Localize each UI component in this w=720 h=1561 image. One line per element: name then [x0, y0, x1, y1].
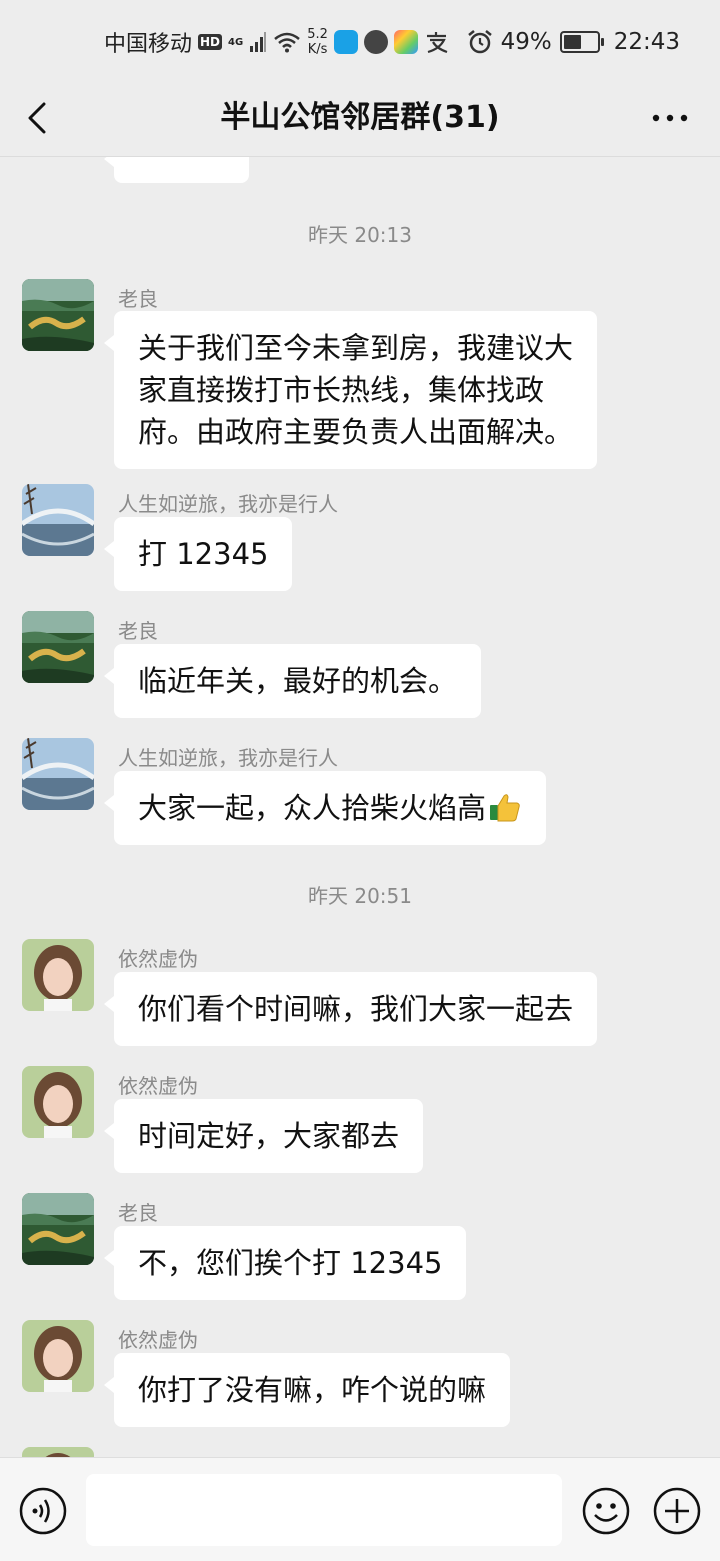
- message-bubble[interactable]: 大家一起，众人拾柴火焰高: [103, 771, 547, 845]
- partial-message-bubble[interactable]: [104, 157, 249, 183]
- message-line: 府。由政府主要负责人出面解决。: [138, 415, 574, 449]
- message-line: 你们看个时间嘛，我们大家一起去: [138, 992, 574, 1026]
- woman-avatar-image: [22, 1066, 94, 1138]
- timestamp: 昨天 20:13: [308, 223, 412, 247]
- input-bar: [0, 1457, 720, 1561]
- bridge-avatar-image: [22, 484, 94, 556]
- avatar[interactable]: [22, 1447, 94, 1457]
- landscape-avatar-image: [22, 1193, 94, 1265]
- thumbs-up-emoji: [490, 794, 520, 822]
- sender-name: 人生如逆旅，我亦是行人: [118, 746, 338, 770]
- voice-input-icon[interactable]: [18, 1486, 68, 1536]
- message-bubble[interactable]: 你们看个时间嘛，我们大家一起去: [103, 972, 598, 1046]
- sender-name: 老良: [118, 287, 158, 311]
- speed-value: 5.2: [307, 27, 328, 42]
- photo-app-icon: [393, 30, 418, 54]
- message-line: 时间定好，大家都去: [138, 1119, 400, 1153]
- avatar[interactable]: [22, 1066, 94, 1138]
- woman-avatar-image: [22, 1447, 94, 1457]
- avatar[interactable]: [22, 1320, 94, 1392]
- message-bubble[interactable]: 你打了没有嘛，咋个说的嘛: [103, 1353, 511, 1427]
- message-bubble[interactable]: 时间定好，大家都去: [103, 1099, 424, 1173]
- battery-icon: [559, 31, 604, 53]
- more-options-icon[interactable]: [650, 106, 690, 130]
- message-bubble[interactable]: 打 12345: [103, 517, 293, 591]
- avatar[interactable]: [22, 611, 94, 683]
- message-list[interactable]: 昨天 20:13 老良 关于我们至今未拿到房，我建议大 家直接拨打市长热线，集体…: [0, 157, 720, 1457]
- landscape-avatar-image: [22, 611, 94, 683]
- battery-percent: 49%: [500, 29, 552, 55]
- carrier-label: 中国移动: [104, 32, 193, 57]
- woman-avatar-image: [22, 1320, 94, 1392]
- sender-name: 老良: [118, 1201, 158, 1225]
- wifi-icon: [274, 32, 301, 53]
- sender-name: 老良: [118, 619, 158, 643]
- sender-name: 依然虚伪: [118, 1074, 198, 1098]
- avatar[interactable]: [22, 279, 94, 351]
- landscape-avatar-image: [22, 279, 94, 351]
- message-line: 关于我们至今未拿到房，我建议大: [138, 331, 574, 365]
- sender-name: 依然虚伪: [118, 947, 198, 971]
- avatar[interactable]: [22, 484, 94, 556]
- battery-level-fill: [563, 35, 582, 49]
- sender-name: 人生如逆旅，我亦是行人: [118, 492, 338, 516]
- hd-badge: HD: [198, 34, 223, 50]
- message-bubble[interactable]: 不，您们挨个打 12345: [103, 1226, 467, 1300]
- bridge-avatar-image: [22, 738, 94, 810]
- emoji-icon[interactable]: [581, 1486, 631, 1536]
- avatar[interactable]: [22, 939, 94, 1011]
- timestamp: 昨天 20:51: [308, 884, 412, 908]
- message-line: 家直接拨打市长热线，集体找政: [138, 373, 545, 407]
- network-speed: 5.2 K/s: [307, 27, 328, 57]
- message-line: 不，您们挨个打 12345: [138, 1246, 443, 1280]
- chat-title: 半山公馆邻居群(31): [220, 100, 500, 135]
- sender-name: 依然虚伪: [118, 1328, 198, 1352]
- status-left: 中国移动 HD 4G 5.2 K/s: [104, 24, 450, 60]
- avatar[interactable]: [22, 738, 94, 810]
- add-more-icon[interactable]: [652, 1486, 702, 1536]
- message-input[interactable]: [86, 1474, 562, 1546]
- pay-app-icon: [426, 32, 448, 54]
- signal-icon: [250, 32, 267, 52]
- status-bar: 中国移动 HD 4G 5.2 K/s 49% 22:43: [0, 0, 720, 80]
- message-line: 临近年关，最好的机会。: [138, 664, 458, 698]
- avatar[interactable]: [22, 1193, 94, 1265]
- message-line: 打 12345: [138, 537, 269, 571]
- browser-app-icon: [363, 30, 388, 54]
- network-type: 4G: [228, 36, 244, 48]
- woman-avatar-image: [22, 939, 94, 1011]
- speed-unit: K/s: [307, 42, 328, 57]
- message-line: 大家一起，众人拾柴火焰高: [138, 791, 487, 825]
- clock: 22:43: [613, 29, 680, 55]
- message-bubble[interactable]: 临近年关，最好的机会。: [103, 644, 482, 718]
- cloud-app-icon: [333, 30, 358, 54]
- message-bubble[interactable]: 关于我们至今未拿到房，我建议大 家直接拨打市长热线，集体找政 府。由政府主要负责…: [103, 311, 598, 469]
- alarm-icon: [467, 30, 492, 54]
- chat-header: 半山公馆邻居群(31): [0, 80, 720, 157]
- status-right: 49% 22:43: [467, 24, 680, 60]
- message-line: 你打了没有嘛，咋个说的嘛: [138, 1373, 487, 1407]
